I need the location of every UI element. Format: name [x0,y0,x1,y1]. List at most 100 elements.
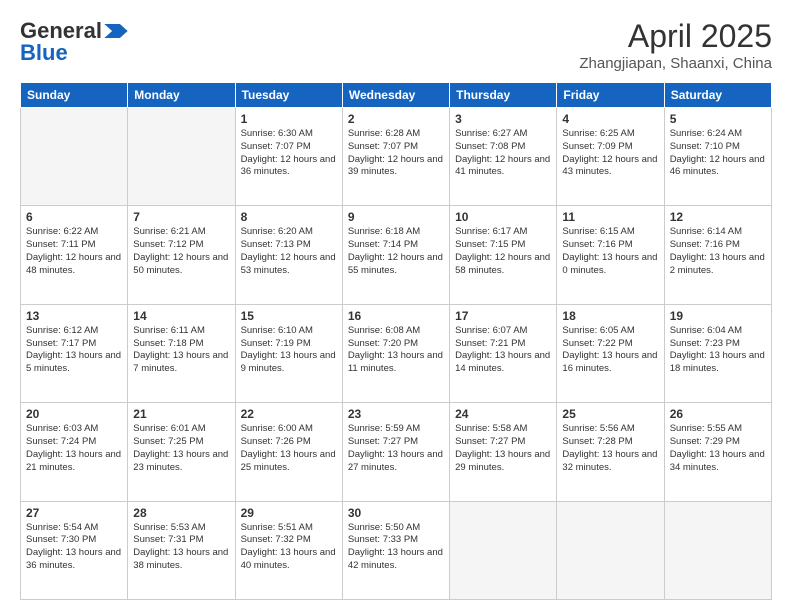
cell-info: Sunrise: 5:54 AM Sunset: 7:30 PM Dayligh… [26,522,122,573]
day-number: 8 [241,210,337,224]
calendar-cell: 26 Sunrise: 5:55 AM Sunset: 7:29 PM Dayli… [664,403,771,501]
day-number: 30 [348,506,444,520]
calendar-cell: 24 Sunrise: 5:58 AM Sunset: 7:27 PM Dayli… [450,403,557,501]
weekday-header-monday: Monday [128,83,235,108]
calendar-cell: 18 Sunrise: 6:05 AM Sunset: 7:22 PM Dayli… [557,304,664,402]
calendar-cell: 16Sunrise: 6:08 AM Sunset: 7:20 PM Dayli… [342,304,449,402]
day-number: 15 [241,309,337,323]
calendar-cell: 29Sunrise: 5:51 AM Sunset: 7:32 PM Dayli… [235,501,342,599]
cell-info: Sunrise: 5:56 AM Sunset: 7:28 PM Dayligh… [562,423,658,474]
cell-info: Sunrise: 6:11 AM Sunset: 7:18 PM Dayligh… [133,325,229,376]
logo: General Blue [20,18,128,66]
weekday-header-saturday: Saturday [664,83,771,108]
calendar-cell [128,108,235,206]
day-number: 4 [562,112,658,126]
calendar-cell: 12 Sunrise: 6:14 AM Sunset: 7:16 PM Dayli… [664,206,771,304]
calendar-cell: 9 Sunrise: 6:18 AM Sunset: 7:14 PM Daylig… [342,206,449,304]
cell-info: Sunrise: 5:59 AM Sunset: 7:27 PM Dayligh… [348,423,444,474]
cell-info: Sunrise: 6:04 AM Sunset: 7:23 PM Dayligh… [670,325,766,376]
cell-info: Sunrise: 6:21 AM Sunset: 7:12 PM Dayligh… [133,226,229,277]
cell-info: Sunrise: 6:20 AM Sunset: 7:13 PM Dayligh… [241,226,337,277]
weekday-header-thursday: Thursday [450,83,557,108]
day-number: 11 [562,210,658,224]
day-number: 1 [241,112,337,126]
calendar-cell: 30 Sunrise: 5:50 AM Sunset: 7:33 PM Dayli… [342,501,449,599]
cell-info: Sunrise: 6:24 AM Sunset: 7:10 PM Dayligh… [670,128,766,179]
calendar-cell: 15Sunrise: 6:10 AM Sunset: 7:19 PM Dayli… [235,304,342,402]
calendar-cell: 23 Sunrise: 5:59 AM Sunset: 7:27 PM Dayli… [342,403,449,501]
calendar-cell: 3 Sunrise: 6:27 AM Sunset: 7:08 PM Daylig… [450,108,557,206]
cell-info: Sunrise: 5:58 AM Sunset: 7:27 PM Dayligh… [455,423,551,474]
day-number: 12 [670,210,766,224]
day-number: 21 [133,407,229,421]
calendar-cell [664,501,771,599]
cell-info: Sunrise: 6:05 AM Sunset: 7:22 PM Dayligh… [562,325,658,376]
calendar-cell: 4 Sunrise: 6:25 AM Sunset: 7:09 PM Daylig… [557,108,664,206]
cell-info: Sunrise: 6:07 AM Sunset: 7:21 PM Dayligh… [455,325,551,376]
calendar-cell: 27 Sunrise: 5:54 AM Sunset: 7:30 PM Dayli… [21,501,128,599]
logo-blue: Blue [20,40,68,66]
day-number: 25 [562,407,658,421]
cell-info: Sunrise: 6:15 AM Sunset: 7:16 PM Dayligh… [562,226,658,277]
cell-info: Sunrise: 6:27 AM Sunset: 7:08 PM Dayligh… [455,128,551,179]
calendar-cell: 19 Sunrise: 6:04 AM Sunset: 7:23 PM Dayli… [664,304,771,402]
calendar-cell: 25 Sunrise: 5:56 AM Sunset: 7:28 PM Dayli… [557,403,664,501]
calendar-cell: 13 Sunrise: 6:12 AM Sunset: 7:17 PM Dayli… [21,304,128,402]
day-number: 28 [133,506,229,520]
calendar-cell: 11 Sunrise: 6:15 AM Sunset: 7:16 PM Dayli… [557,206,664,304]
day-number: 9 [348,210,444,224]
cell-info: Sunrise: 6:18 AM Sunset: 7:14 PM Dayligh… [348,226,444,277]
cell-info: Sunrise: 6:22 AM Sunset: 7:11 PM Dayligh… [26,226,122,277]
day-number: 22 [241,407,337,421]
day-number: 5 [670,112,766,126]
calendar-cell: 28 Sunrise: 5:53 AM Sunset: 7:31 PM Dayli… [128,501,235,599]
day-number: 13 [26,309,122,323]
calendar-cell: 21 Sunrise: 6:01 AM Sunset: 7:25 PM Dayli… [128,403,235,501]
day-number: 7 [133,210,229,224]
calendar-cell: 20 Sunrise: 6:03 AM Sunset: 7:24 PM Dayli… [21,403,128,501]
weekday-header-wednesday: Wednesday [342,83,449,108]
cell-info: Sunrise: 6:14 AM Sunset: 7:16 PM Dayligh… [670,226,766,277]
calendar-cell [557,501,664,599]
calendar-cell: 5 Sunrise: 6:24 AM Sunset: 7:10 PM Daylig… [664,108,771,206]
calendar-cell [450,501,557,599]
day-number: 24 [455,407,551,421]
calendar-cell: 22 Sunrise: 6:00 AM Sunset: 7:26 PM Dayli… [235,403,342,501]
cell-info: Sunrise: 6:17 AM Sunset: 7:15 PM Dayligh… [455,226,551,277]
calendar-cell: 14 Sunrise: 6:11 AM Sunset: 7:18 PM Dayli… [128,304,235,402]
cell-info: Sunrise: 5:53 AM Sunset: 7:31 PM Dayligh… [133,522,229,573]
day-number: 2 [348,112,444,126]
day-number: 23 [348,407,444,421]
calendar-cell: 1 Sunrise: 6:30 AM Sunset: 7:07 PM Daylig… [235,108,342,206]
weekday-header-sunday: Sunday [21,83,128,108]
day-number: 16 [348,309,444,323]
month-title: April 2025 [579,18,772,55]
weekday-header-tuesday: Tuesday [235,83,342,108]
day-number: 14 [133,309,229,323]
cell-info: Sunrise: 5:55 AM Sunset: 7:29 PM Dayligh… [670,423,766,474]
cell-info: Sunrise: 6:25 AM Sunset: 7:09 PM Dayligh… [562,128,658,179]
cell-info: Sunrise: 6:28 AM Sunset: 7:07 PM Dayligh… [348,128,444,179]
cell-info: Sunrise: 6:03 AM Sunset: 7:24 PM Dayligh… [26,423,122,474]
cell-info: Sunrise: 6:30 AM Sunset: 7:07 PM Dayligh… [241,128,337,179]
day-number: 18 [562,309,658,323]
calendar-table: SundayMondayTuesdayWednesdayThursdayFrid… [20,82,772,600]
calendar-cell [21,108,128,206]
logo-icon [104,24,128,38]
day-number: 27 [26,506,122,520]
cell-info: Sunrise: 5:50 AM Sunset: 7:33 PM Dayligh… [348,522,444,573]
day-number: 20 [26,407,122,421]
location: Zhangjiapan, Shaanxi, China [579,55,772,72]
calendar-cell: 10Sunrise: 6:17 AM Sunset: 7:15 PM Dayli… [450,206,557,304]
day-number: 19 [670,309,766,323]
day-number: 26 [670,407,766,421]
day-number: 6 [26,210,122,224]
header: General Blue April 2025 Zhangjiapan, Sha… [20,18,772,72]
day-number: 29 [241,506,337,520]
cell-info: Sunrise: 6:12 AM Sunset: 7:17 PM Dayligh… [26,325,122,376]
day-number: 3 [455,112,551,126]
cell-info: Sunrise: 6:00 AM Sunset: 7:26 PM Dayligh… [241,423,337,474]
title-block: April 2025 Zhangjiapan, Shaanxi, China [579,18,772,72]
cell-info: Sunrise: 6:01 AM Sunset: 7:25 PM Dayligh… [133,423,229,474]
calendar-cell: 7 Sunrise: 6:21 AM Sunset: 7:12 PM Daylig… [128,206,235,304]
